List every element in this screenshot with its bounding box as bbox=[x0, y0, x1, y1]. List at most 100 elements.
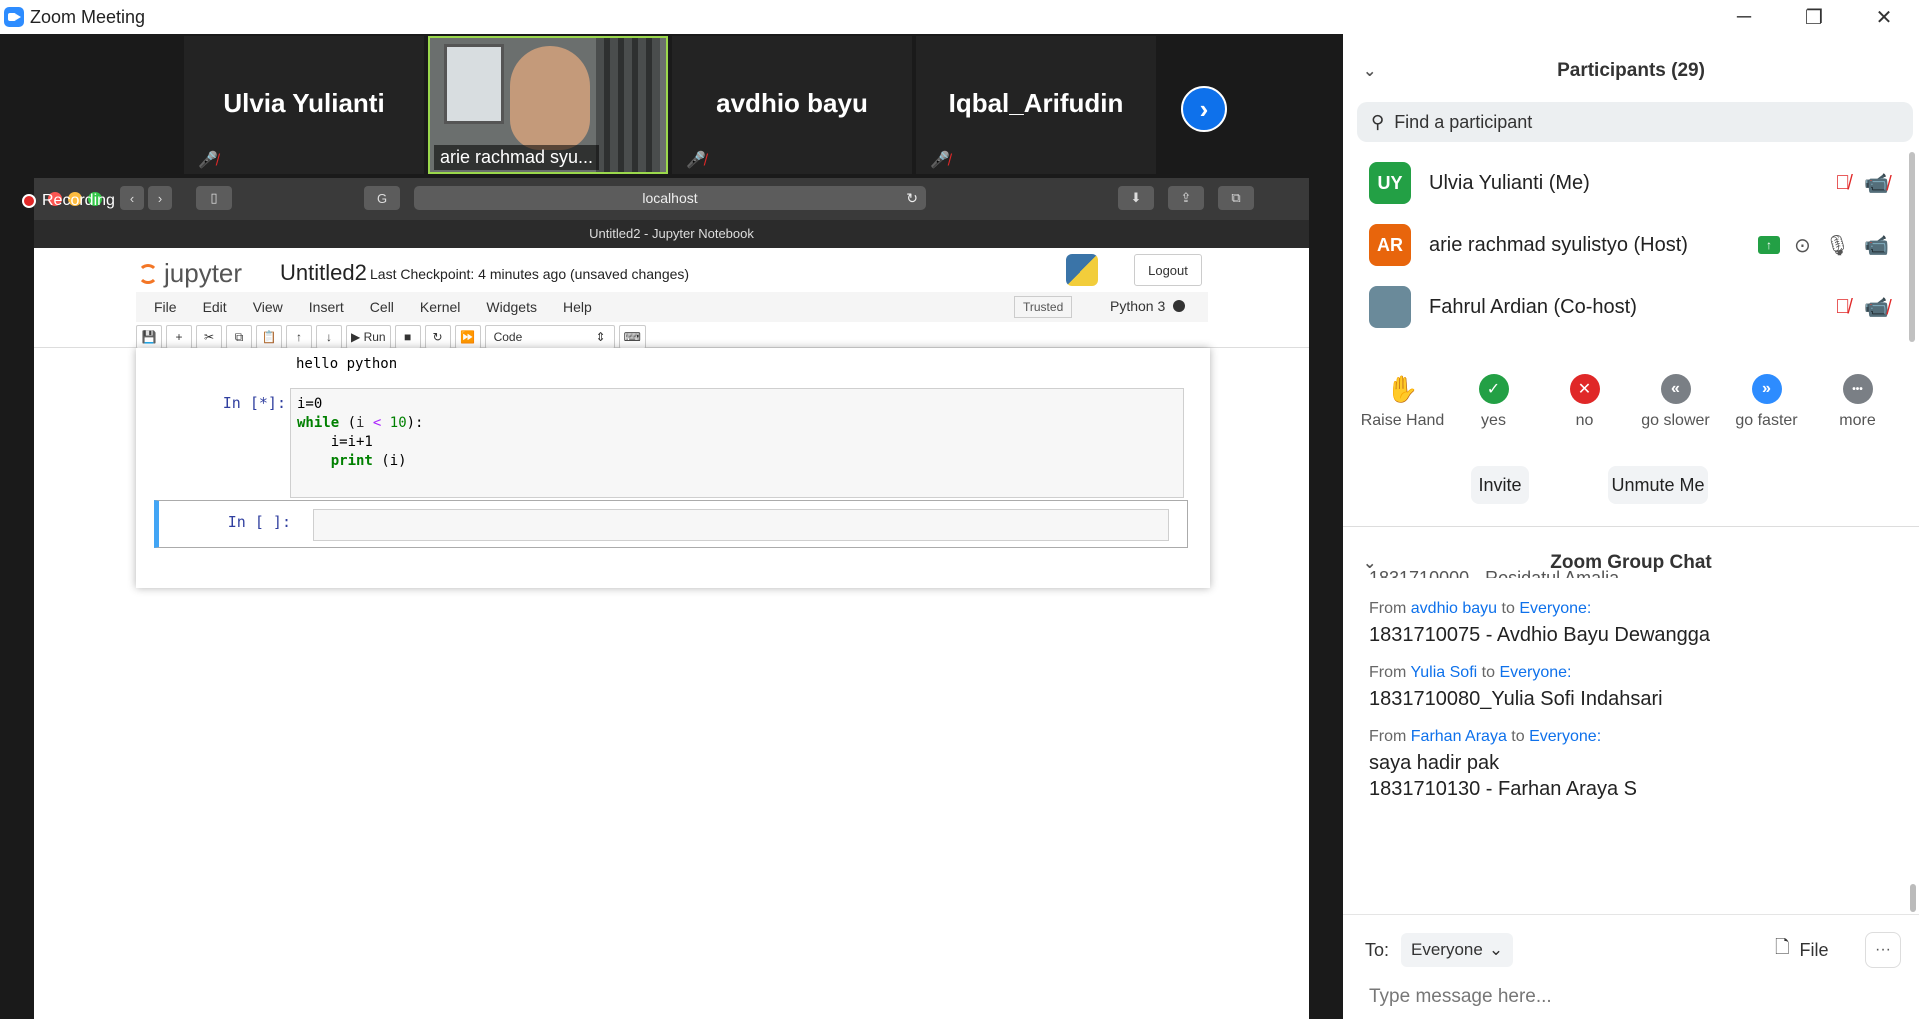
avatar: UY bbox=[1369, 162, 1411, 204]
menu-insert: Insert bbox=[308, 299, 344, 315]
menu-edit: Edit bbox=[202, 299, 227, 315]
screen-share-icon: ↑ bbox=[1757, 236, 1780, 254]
check-icon: ✓ bbox=[1478, 374, 1509, 404]
search-icon: ⚲ bbox=[1371, 111, 1385, 132]
participant-row[interactable]: UY Ulvia Yulianti (Me) 🎙̸ 📹̸ bbox=[1369, 158, 1889, 208]
message-header: From avdhio bayu to Everyone: bbox=[1369, 600, 1889, 618]
notebook-container: hello python In [*]: i=0 while (i < 10): … bbox=[136, 348, 1210, 588]
reaction-label: no bbox=[1575, 412, 1594, 429]
rewind-icon: « bbox=[1660, 374, 1691, 404]
x-icon: ✕ bbox=[1569, 374, 1600, 404]
participants-scrollbar[interactable] bbox=[1909, 152, 1915, 342]
share-icon: ⇪ bbox=[1168, 186, 1204, 210]
message-body: 1831710130 - Farhan Araya S bbox=[1369, 778, 1637, 800]
collapse-chevron-icon[interactable]: ⌄ bbox=[1363, 61, 1376, 81]
cut-icon: ✂ bbox=[196, 325, 222, 349]
chat-message: From Farhan Araya to Everyone: saya hadi… bbox=[1369, 728, 1889, 802]
background-blinds bbox=[596, 38, 660, 172]
reaction-label: go faster bbox=[1735, 412, 1798, 429]
unmute-me-button[interactable]: Unmute Me bbox=[1608, 466, 1708, 504]
from-prefix: From bbox=[1369, 600, 1407, 617]
menu-file: File bbox=[154, 299, 177, 315]
next-page-icon[interactable]: › bbox=[1181, 86, 1227, 132]
background-window bbox=[444, 44, 504, 124]
minimize-button[interactable]: ─ bbox=[1710, 0, 1778, 34]
invite-button[interactable]: Invite bbox=[1471, 466, 1529, 504]
recording-indicator[interactable]: Recording bbox=[22, 192, 115, 210]
restore-button[interactable]: ❐ bbox=[1780, 0, 1848, 34]
participant-video-tile[interactable]: arie rachmad syu... bbox=[428, 36, 668, 174]
go-slower-button[interactable]: « go slower bbox=[1630, 374, 1721, 444]
recipient-name[interactable]: Everyone: bbox=[1499, 664, 1571, 681]
sender-name[interactable]: Farhan Araya bbox=[1411, 728, 1507, 745]
cell-output: hello python bbox=[296, 356, 398, 372]
chat-messages: From avdhio bayu to Everyone: 1831710075… bbox=[1369, 584, 1889, 914]
to-word: to bbox=[1501, 600, 1515, 617]
yes-button[interactable]: ✓ yes bbox=[1448, 374, 1539, 444]
cell-type-value: Code bbox=[493, 330, 523, 344]
to-label: To: bbox=[1365, 939, 1390, 960]
tile-name: avdhio bayu bbox=[716, 88, 868, 118]
side-panel: ⌄ Participants (29) ⚲ UY Ulvia Yulianti … bbox=[1343, 34, 1919, 1019]
video-off-icon[interactable]: 📹̸ bbox=[1864, 171, 1889, 196]
paste-icon: 📋 bbox=[256, 325, 282, 349]
run-button: ▶ Run bbox=[346, 325, 391, 349]
recipient-name[interactable]: Everyone: bbox=[1529, 728, 1601, 745]
chat-more-button[interactable]: ··· bbox=[1865, 932, 1901, 968]
chat-scrollbar[interactable] bbox=[1910, 594, 1916, 914]
participant-row[interactable]: AR arie rachmad syulistyo (Host) ↑ ⊙ 🎙 📹 bbox=[1369, 220, 1889, 270]
participant-status: 🎙̸ 📹̸ bbox=[1835, 171, 1889, 196]
browser-tab: Untitled2 - Jupyter Notebook bbox=[34, 220, 1309, 248]
participant-tile[interactable]: avdhio bayu 🎤̸ bbox=[672, 36, 912, 174]
muted-mic-icon: 🎙̸ bbox=[1835, 295, 1851, 318]
jupyter-toolbar: 💾 + ✂ ⧉ 📋 ↑ ↓ ▶ Run ■ ↻ ⏩ Code ⇕ ⌨ bbox=[136, 324, 646, 350]
to-word: to bbox=[1481, 664, 1495, 681]
chevron-down-icon: ⌄ bbox=[1488, 940, 1504, 959]
mic-icon: 🎙 bbox=[1824, 234, 1851, 257]
muted-mic-icon[interactable]: 🎙̸ bbox=[1835, 172, 1850, 195]
jupyter-header: jupyter Untitled2 Last Checkpoint: 4 min… bbox=[34, 248, 1309, 350]
more-reactions-button[interactable]: ••• more bbox=[1812, 374, 1903, 444]
raise-hand-icon: ✋ bbox=[1386, 373, 1419, 404]
sender-name[interactable]: Yulia Sofi bbox=[1410, 664, 1477, 681]
raise-hand-button[interactable]: ✋ Raise Hand bbox=[1357, 374, 1448, 444]
participant-name: Ulvia Yulianti (Me) bbox=[1429, 171, 1590, 194]
kernel-name: Python 3 bbox=[1110, 298, 1166, 314]
participant-row[interactable]: Fahrul Ardian (Co-host) 🎙̸ 📹̸ bbox=[1369, 282, 1889, 332]
menu-kernel: Kernel bbox=[419, 299, 461, 315]
kernel-busy-icon bbox=[1173, 300, 1186, 312]
chat-scrollbar-thumb[interactable] bbox=[1910, 884, 1916, 912]
participants-header: ⌄ Participants (29) bbox=[1343, 44, 1919, 98]
restart-icon: ↻ bbox=[424, 325, 451, 349]
participant-tile[interactable]: Iqbal_Arifudin 🎤̸ bbox=[916, 36, 1156, 174]
no-button[interactable]: ✕ no bbox=[1539, 374, 1630, 444]
video-off-icon: 📹̸ bbox=[1864, 296, 1889, 319]
panel-divider bbox=[1343, 526, 1919, 527]
menu-help: Help bbox=[562, 299, 592, 315]
active-cell: In [ ]: bbox=[154, 500, 1188, 548]
recipient-dropdown[interactable]: Everyone ⌄ bbox=[1401, 933, 1514, 967]
fast-forward-icon: » bbox=[1751, 374, 1782, 404]
recording-dot-icon bbox=[22, 194, 36, 208]
participant-status: ↑ ⊙ 🎙 📹 bbox=[1757, 233, 1889, 258]
url-text: localhost bbox=[642, 190, 698, 206]
participant-video bbox=[510, 46, 590, 150]
file-button[interactable]: 🗋 File bbox=[1775, 935, 1829, 965]
sender-name[interactable]: avdhio bayu bbox=[1411, 600, 1497, 617]
participant-search[interactable]: ⚲ bbox=[1357, 102, 1913, 142]
recipient-name[interactable]: Everyone: bbox=[1519, 600, 1591, 617]
chat-message-input[interactable] bbox=[1369, 982, 1889, 1012]
participants-title: Participants (29) bbox=[1557, 60, 1705, 81]
chat-recipient-row: To: Everyone ⌄ 🗋 File ··· bbox=[1365, 930, 1905, 970]
message-body: 1831710075 - Avdhio Bayu Dewangga bbox=[1369, 624, 1711, 646]
chat-message: From avdhio bayu to Everyone: 1831710075… bbox=[1369, 600, 1889, 648]
jupyter-orb-icon bbox=[138, 263, 158, 284]
participant-search-input[interactable] bbox=[1394, 111, 1875, 133]
close-button[interactable]: ✕ bbox=[1850, 0, 1918, 34]
go-faster-button[interactable]: » go faster bbox=[1721, 374, 1812, 444]
participant-tile[interactable]: Ulvia Yulianti 🎤̸ bbox=[184, 36, 424, 174]
cell-prompt: In [*]: bbox=[222, 394, 286, 412]
recording-label: Recording bbox=[42, 192, 115, 209]
from-prefix: From bbox=[1369, 728, 1407, 745]
jupyter-logo-text: jupyter bbox=[164, 258, 243, 288]
